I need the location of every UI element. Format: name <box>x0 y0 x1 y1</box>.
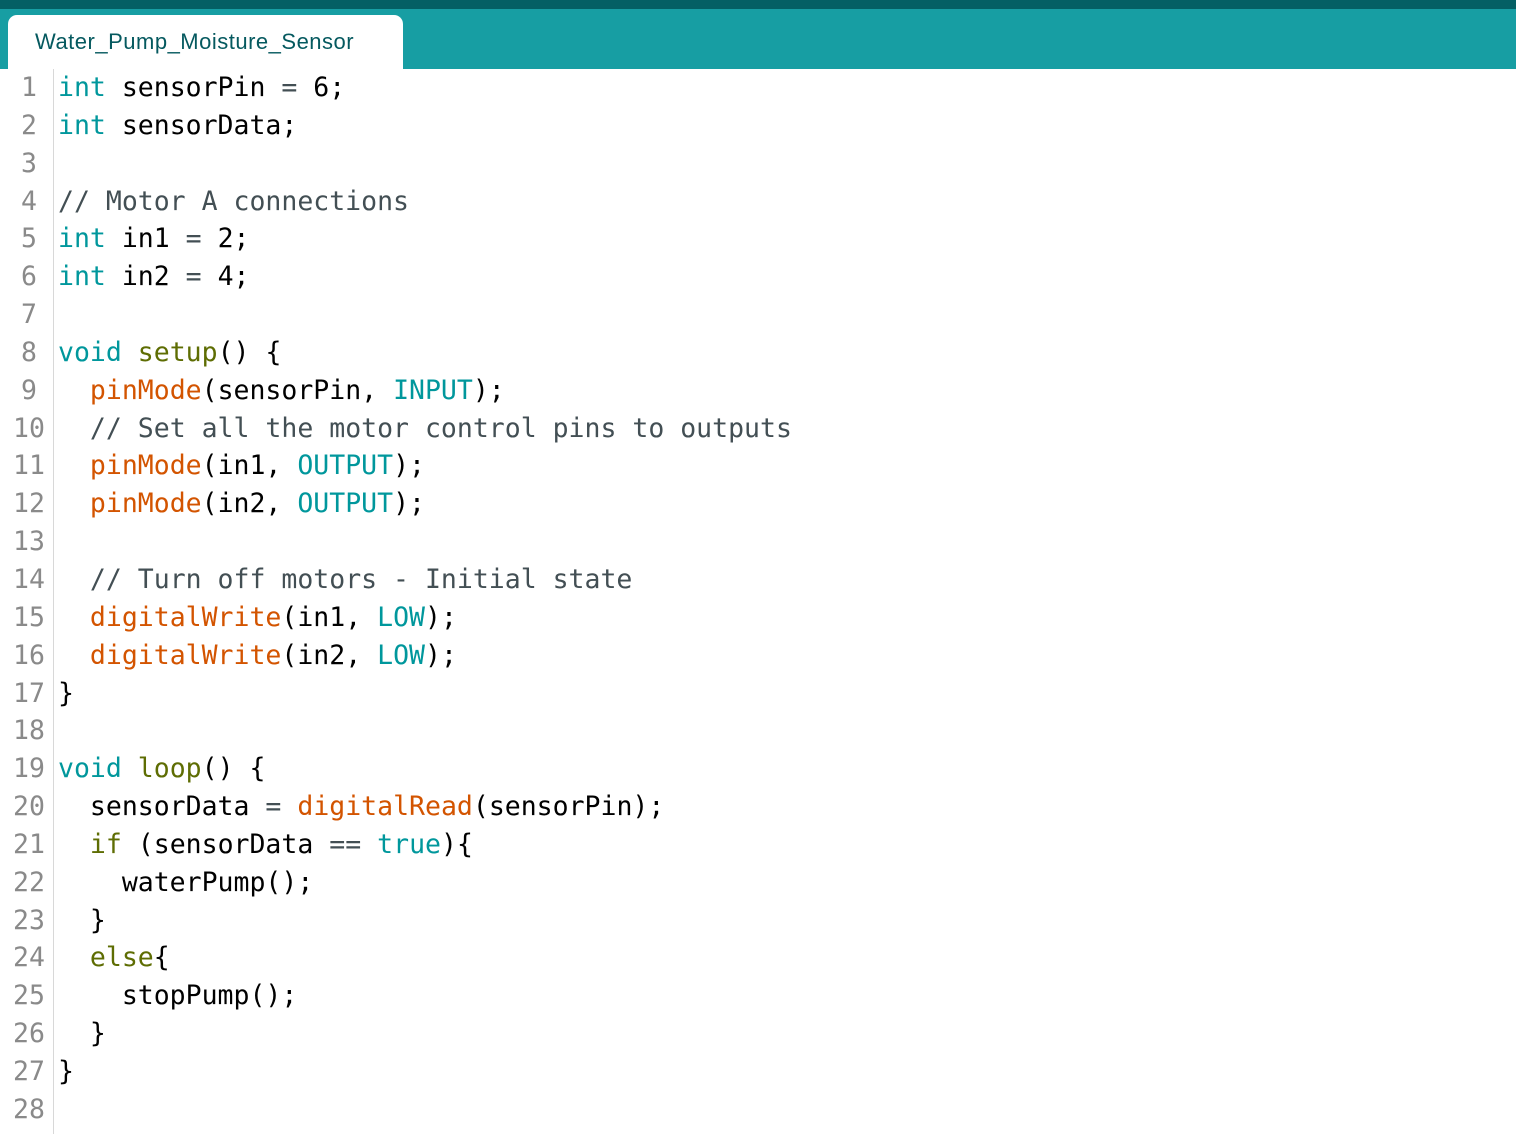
code-line[interactable]: 13 <box>0 523 1516 561</box>
line-number: 26 <box>0 1015 53 1053</box>
line-text: int in1 = 2; <box>53 220 250 258</box>
line-number: 14 <box>0 561 53 599</box>
line-text: } <box>53 1015 106 1053</box>
line-text: sensorData = digitalRead(sensorPin); <box>53 788 664 826</box>
code-line[interactable]: 2int sensorData; <box>0 107 1516 145</box>
line-number: 24 <box>0 939 53 977</box>
line-text: // Motor A connections <box>53 183 409 221</box>
line-number: 16 <box>0 637 53 675</box>
line-number: 7 <box>0 296 53 334</box>
code-line[interactable]: 19void loop() { <box>0 750 1516 788</box>
code-line[interactable]: 14 // Turn off motors - Initial state <box>0 561 1516 599</box>
line-number: 6 <box>0 258 53 296</box>
code-line[interactable]: 10 // Set all the motor control pins to … <box>0 410 1516 448</box>
sketch-tab[interactable]: Water_Pump_Moisture_Sensor <box>8 15 403 69</box>
line-text: } <box>53 902 106 940</box>
line-number: 20 <box>0 788 53 826</box>
line-number: 11 <box>0 447 53 485</box>
code-line[interactable]: 15 digitalWrite(in1, LOW); <box>0 599 1516 637</box>
line-number: 5 <box>0 220 53 258</box>
line-text: // Turn off motors - Initial state <box>53 561 632 599</box>
line-text: pinMode(in2, OUTPUT); <box>53 485 425 523</box>
ide-tab-bar: Water_Pump_Moisture_Sensor <box>0 0 1516 69</box>
line-text: int in2 = 4; <box>53 258 250 296</box>
line-number: 2 <box>0 107 53 145</box>
line-text: } <box>53 675 74 713</box>
line-number: 21 <box>0 826 53 864</box>
code-line[interactable]: 23 } <box>0 902 1516 940</box>
line-number: 22 <box>0 864 53 902</box>
line-number: 4 <box>0 183 53 221</box>
line-number: 13 <box>0 523 53 561</box>
code-lines: 1int sensorPin = 6;2int sensorData;34// … <box>0 69 1516 1129</box>
code-line[interactable]: 16 digitalWrite(in2, LOW); <box>0 637 1516 675</box>
line-text: digitalWrite(in1, LOW); <box>53 599 457 637</box>
code-line[interactable]: 24 else{ <box>0 939 1516 977</box>
line-text: if (sensorData == true){ <box>53 826 473 864</box>
header-top-strip <box>0 0 1516 9</box>
code-line[interactable]: 27} <box>0 1053 1516 1091</box>
line-text: pinMode(sensorPin, INPUT); <box>53 372 505 410</box>
line-text: pinMode(in1, OUTPUT); <box>53 447 425 485</box>
code-editor[interactable]: 1int sensorPin = 6;2int sensorData;34// … <box>0 69 1516 1134</box>
line-text: void setup() { <box>53 334 281 372</box>
code-line[interactable]: 12 pinMode(in2, OUTPUT); <box>0 485 1516 523</box>
code-line[interactable]: 1int sensorPin = 6; <box>0 69 1516 107</box>
line-text: else{ <box>53 939 170 977</box>
line-number: 3 <box>0 145 53 183</box>
line-number: 15 <box>0 599 53 637</box>
line-number: 27 <box>0 1053 53 1091</box>
code-line[interactable]: 26 } <box>0 1015 1516 1053</box>
sketch-tab-label: Water_Pump_Moisture_Sensor <box>35 29 354 55</box>
line-number: 1 <box>0 69 53 107</box>
line-text: void loop() { <box>53 750 265 788</box>
code-line[interactable]: 11 pinMode(in1, OUTPUT); <box>0 447 1516 485</box>
code-line[interactable]: 9 pinMode(sensorPin, INPUT); <box>0 372 1516 410</box>
line-text: // Set all the motor control pins to out… <box>53 410 792 448</box>
code-line[interactable]: 7 <box>0 296 1516 334</box>
gutter-separator <box>53 69 54 1134</box>
line-number: 12 <box>0 485 53 523</box>
code-line[interactable]: 20 sensorData = digitalRead(sensorPin); <box>0 788 1516 826</box>
line-number: 18 <box>0 712 53 750</box>
code-line[interactable]: 6int in2 = 4; <box>0 258 1516 296</box>
line-number: 17 <box>0 675 53 713</box>
code-line[interactable]: 4// Motor A connections <box>0 183 1516 221</box>
code-line[interactable]: 22 waterPump(); <box>0 864 1516 902</box>
code-line[interactable]: 21 if (sensorData == true){ <box>0 826 1516 864</box>
line-number: 10 <box>0 410 53 448</box>
line-number: 28 <box>0 1091 53 1129</box>
line-number: 25 <box>0 977 53 1015</box>
line-text: } <box>53 1053 74 1091</box>
code-line[interactable]: 25 stopPump(); <box>0 977 1516 1015</box>
line-text: digitalWrite(in2, LOW); <box>53 637 457 675</box>
line-text: stopPump(); <box>53 977 297 1015</box>
line-number: 19 <box>0 750 53 788</box>
line-text: int sensorPin = 6; <box>53 69 345 107</box>
code-line[interactable]: 5int in1 = 2; <box>0 220 1516 258</box>
code-line[interactable]: 17} <box>0 675 1516 713</box>
code-line[interactable]: 28 <box>0 1091 1516 1129</box>
code-line[interactable]: 3 <box>0 145 1516 183</box>
line-number: 23 <box>0 902 53 940</box>
line-number: 8 <box>0 334 53 372</box>
code-line[interactable]: 18 <box>0 712 1516 750</box>
line-number: 9 <box>0 372 53 410</box>
line-text: int sensorData; <box>53 107 297 145</box>
code-line[interactable]: 8void setup() { <box>0 334 1516 372</box>
line-text: waterPump(); <box>53 864 313 902</box>
